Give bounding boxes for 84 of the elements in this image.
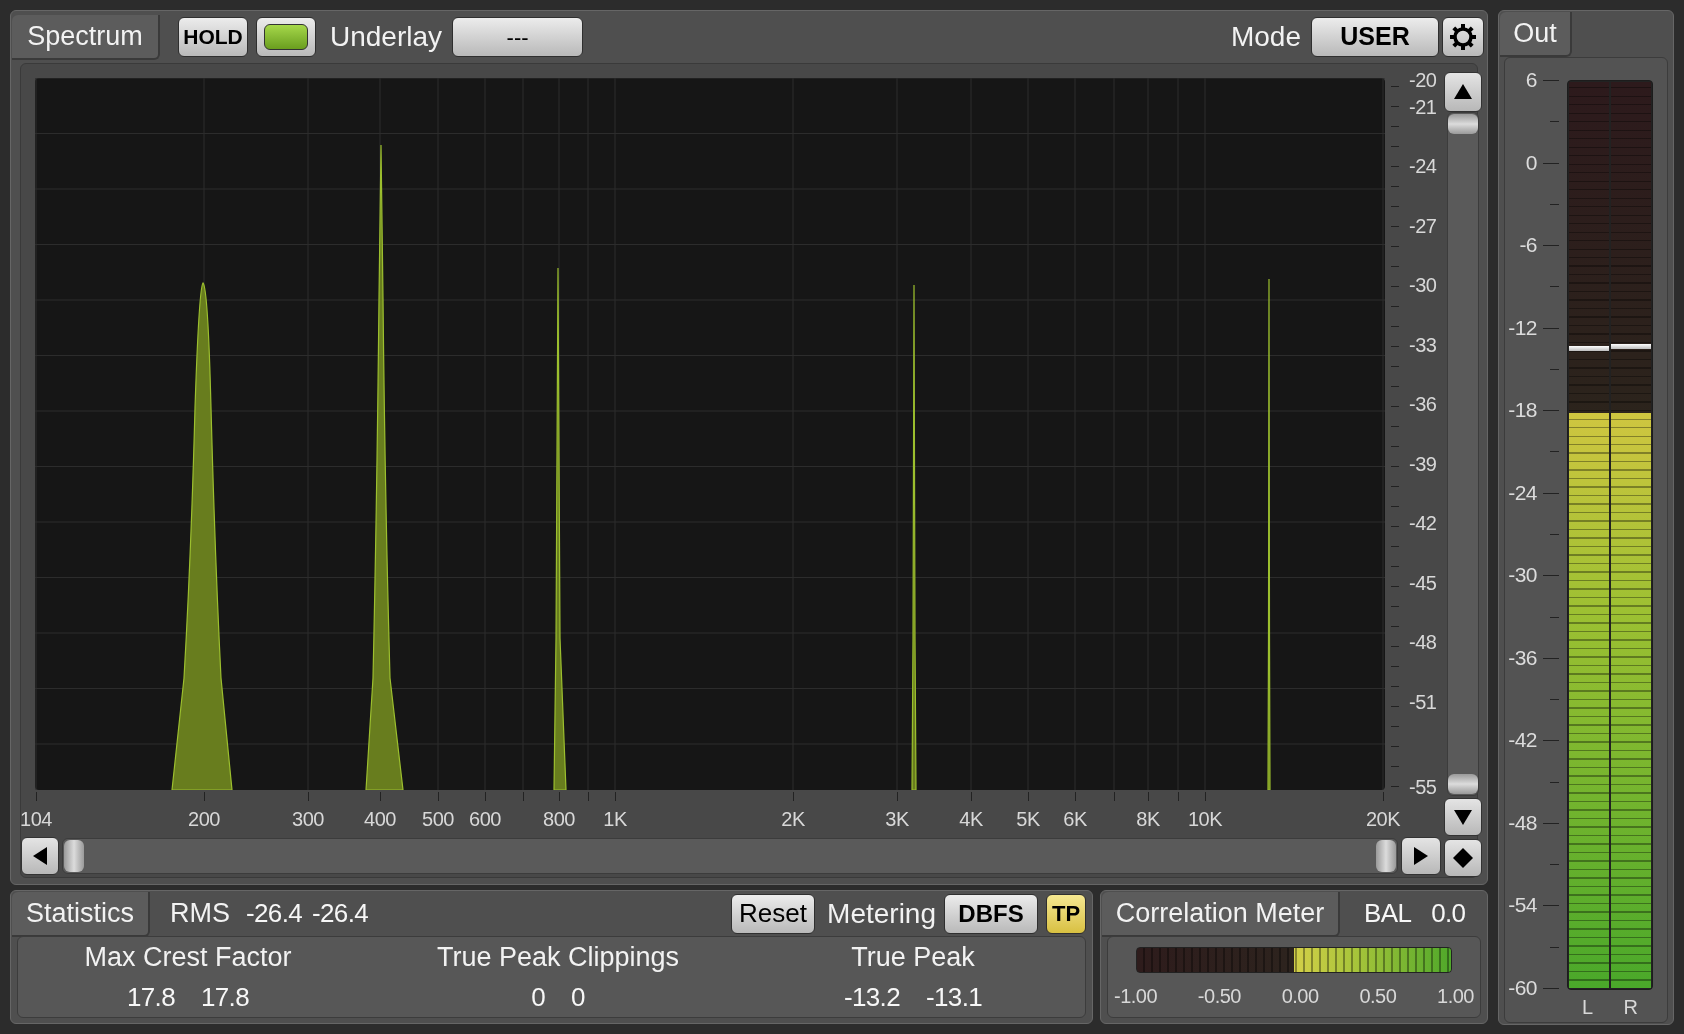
scale-label: 1.00 bbox=[1437, 984, 1474, 1009]
stat-value: 17.8 bbox=[201, 980, 249, 1014]
axis-label: 500 bbox=[422, 807, 454, 832]
axis-label: 800 bbox=[543, 807, 575, 832]
scale-label: 0.00 bbox=[1281, 984, 1319, 1009]
axis-label: 5K bbox=[1016, 807, 1040, 832]
rms-value: -26.4 bbox=[312, 897, 369, 930]
mode-button[interactable]: USER bbox=[1311, 17, 1439, 57]
axis-label: -48 bbox=[1409, 631, 1437, 653]
scrollbar-handle[interactable] bbox=[1448, 114, 1478, 134]
scale-label: 0 bbox=[1525, 150, 1537, 175]
axis-label: -24 bbox=[1409, 155, 1437, 177]
axis-label: -20 bbox=[1409, 69, 1437, 91]
channel-label: L bbox=[1582, 995, 1594, 1020]
rms-value: -26.4 bbox=[246, 897, 302, 930]
mode-label: Mode bbox=[1230, 20, 1301, 54]
underlay-label: Underlay bbox=[330, 20, 443, 54]
axis-label: -36 bbox=[1409, 393, 1437, 415]
axis-label: 4K bbox=[959, 807, 983, 832]
settings-button[interactable] bbox=[1442, 17, 1484, 57]
axis-label: 200 bbox=[188, 807, 220, 832]
underlay-dropdown[interactable]: --- bbox=[452, 17, 584, 57]
zoom-reset-button[interactable] bbox=[1444, 839, 1482, 877]
scale-label: -36 bbox=[1508, 645, 1537, 670]
scrollbar-handle[interactable] bbox=[1376, 840, 1396, 872]
axis-label: -27 bbox=[1409, 215, 1437, 237]
scale-label: 0.50 bbox=[1359, 984, 1397, 1009]
stat-label: Max Crest Factor bbox=[84, 941, 292, 975]
settings-icon bbox=[1449, 23, 1477, 51]
scroll-right-button[interactable] bbox=[1401, 837, 1441, 875]
stat-value: 0 bbox=[571, 980, 585, 1014]
axis-label: -55 bbox=[1409, 776, 1437, 798]
scroll-up-button[interactable] bbox=[1444, 72, 1482, 112]
axis-label: 104 bbox=[20, 807, 52, 832]
axis-label: 2K bbox=[781, 807, 805, 832]
diamond-icon bbox=[1451, 846, 1475, 870]
scrollbar-handle[interactable] bbox=[1448, 774, 1478, 794]
axis-label: 3K bbox=[885, 807, 909, 832]
stat-value: -13.1 bbox=[926, 980, 982, 1014]
axis-label: 20K bbox=[1365, 807, 1401, 832]
scroll-left-button[interactable] bbox=[21, 837, 59, 875]
axis-label: 300 bbox=[292, 807, 324, 832]
scale-label: -12 bbox=[1508, 315, 1537, 340]
axis-label: 10K bbox=[1187, 807, 1223, 832]
scale-label: -6 bbox=[1519, 233, 1537, 258]
axis-label: 1K bbox=[603, 807, 627, 832]
scale-label: -60 bbox=[1508, 976, 1537, 1000]
rms-label: RMS bbox=[170, 897, 230, 931]
balance-label: BAL bbox=[1364, 897, 1412, 930]
axis-label: -33 bbox=[1409, 334, 1437, 356]
stat-value: -13.2 bbox=[844, 980, 900, 1014]
metering-mode-button[interactable]: DBFS bbox=[944, 893, 1038, 934]
scale-label: -0.50 bbox=[1197, 984, 1241, 1009]
axis-label: 6K bbox=[1063, 807, 1087, 832]
axis-label: -30 bbox=[1409, 274, 1437, 296]
stat-label: True Peak bbox=[851, 941, 975, 975]
scale-label: 6 bbox=[1525, 68, 1537, 92]
scroll-down-button[interactable] bbox=[1444, 798, 1482, 836]
scale-label: -48 bbox=[1508, 810, 1537, 835]
stat-label: True Peak Clippings bbox=[436, 941, 680, 975]
axis-label: -42 bbox=[1409, 512, 1437, 534]
hold-button[interactable]: HOLD bbox=[178, 17, 248, 57]
toggle-button[interactable] bbox=[256, 17, 316, 57]
axis-label: -39 bbox=[1409, 453, 1437, 475]
scale-label: -18 bbox=[1508, 398, 1537, 423]
stat-value: 17.8 bbox=[127, 980, 175, 1014]
reset-button[interactable]: Reset bbox=[731, 893, 816, 934]
scale-label: -54 bbox=[1508, 893, 1537, 918]
true-peak-button[interactable]: TP bbox=[1046, 893, 1086, 934]
metering-label: Metering bbox=[827, 896, 936, 931]
axis-label: 400 bbox=[364, 807, 396, 832]
scale-label: -24 bbox=[1508, 480, 1537, 505]
scale-label: -30 bbox=[1508, 563, 1537, 588]
scale-label: -1.00 bbox=[1114, 984, 1158, 1009]
balance-value: 0.0 bbox=[1431, 897, 1466, 930]
axis-label: 8K bbox=[1136, 807, 1160, 832]
axis-label: 600 bbox=[469, 807, 501, 832]
axis-label: -45 bbox=[1409, 572, 1437, 594]
scale-label: -42 bbox=[1508, 728, 1537, 753]
scrollbar-handle[interactable] bbox=[64, 840, 84, 872]
axis-label: -21 bbox=[1409, 96, 1437, 118]
stat-value: 0 bbox=[531, 980, 545, 1014]
axis-label: -51 bbox=[1409, 691, 1437, 713]
channel-label: R bbox=[1623, 995, 1638, 1020]
